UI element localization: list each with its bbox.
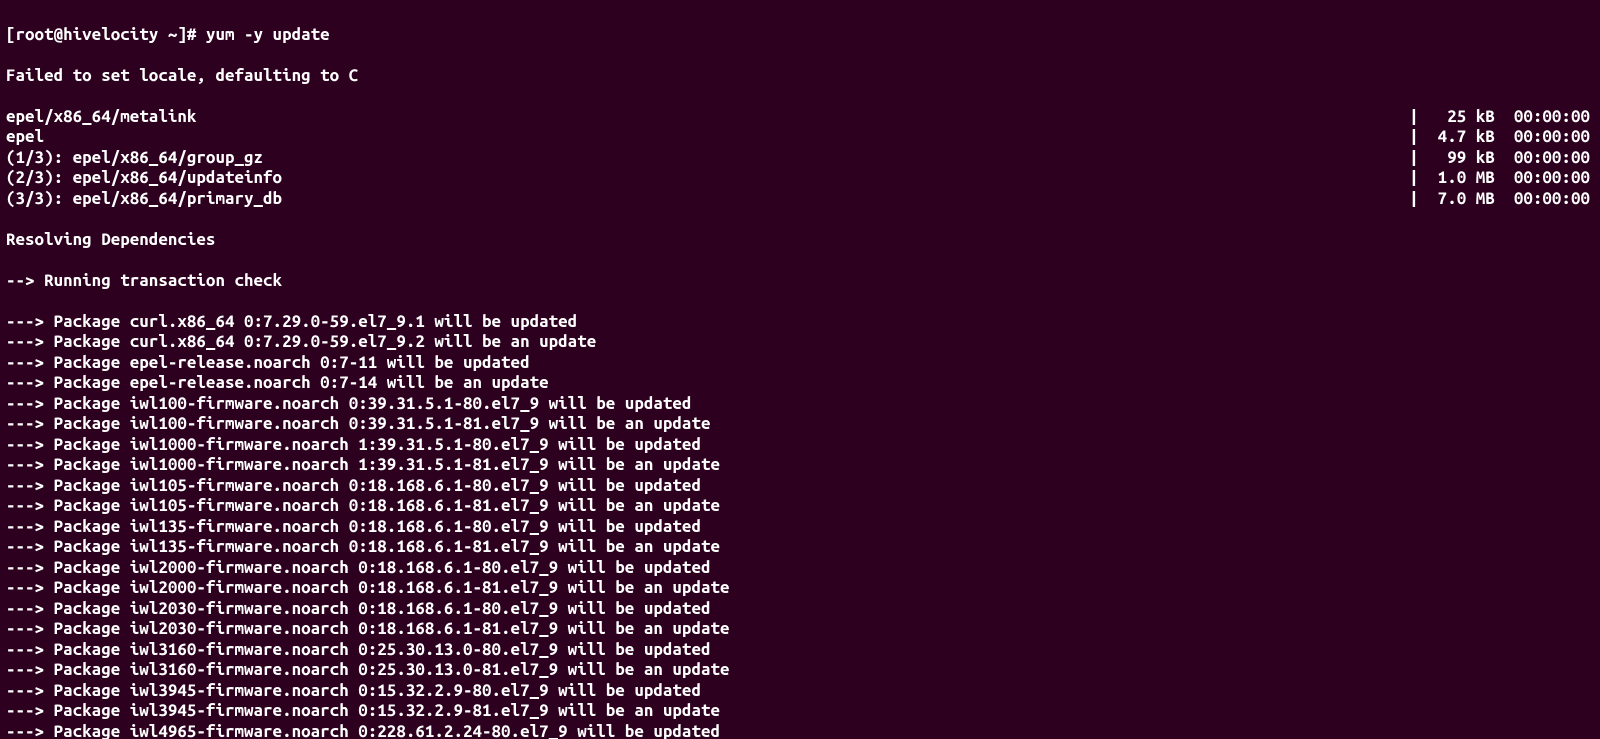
package-line: ---> Package iwl135-firmware.noarch 0:18… [6,517,1594,538]
download-status: | 4.7 kB 00:00:00 [1409,127,1594,148]
resolving-deps-line: Resolving Dependencies [6,230,1594,251]
repo-name: (1/3): epel/x86_64/group_gz [6,148,263,169]
package-line: ---> Package epel-release.noarch 0:7-14 … [6,373,1594,394]
download-status: | 25 kB 00:00:00 [1409,107,1594,128]
download-progress-line: epel | 4.7 kB 00:00:00 [6,127,1594,148]
download-progress-line: (3/3): epel/x86_64/primary_db | 7.0 MB 00… [6,189,1594,210]
terminal-output[interactable]: [root@hivelocity ~]# yum -y update Faile… [0,0,1600,739]
entered-command: yum -y update [206,25,330,44]
package-line: ---> Package iwl100-firmware.noarch 0:39… [6,414,1594,435]
running-check-line: --> Running transaction check [6,271,1594,292]
repo-name: epel/x86_64/metalink [6,107,196,128]
package-line: ---> Package iwl2000-firmware.noarch 0:1… [6,578,1594,599]
repo-name: (2/3): epel/x86_64/updateinfo [6,168,282,189]
package-line: ---> Package curl.x86_64 0:7.29.0-59.el7… [6,332,1594,353]
download-status: | 7.0 MB 00:00:00 [1409,189,1594,210]
package-line: ---> Package iwl135-firmware.noarch 0:18… [6,537,1594,558]
package-line: ---> Package iwl2000-firmware.noarch 0:1… [6,558,1594,579]
package-line: ---> Package iwl3945-firmware.noarch 0:1… [6,701,1594,722]
download-progress-line: (2/3): epel/x86_64/updateinfo | 1.0 MB 00… [6,168,1594,189]
repo-name: epel [6,127,44,148]
package-line: ---> Package iwl3945-firmware.noarch 0:1… [6,681,1594,702]
package-line: ---> Package iwl2030-firmware.noarch 0:1… [6,599,1594,620]
command-line: [root@hivelocity ~]# yum -y update [6,25,1594,46]
locale-warning: Failed to set locale, defaulting to C [6,66,1594,87]
shell-prompt: [root@hivelocity ~]# [6,25,206,44]
package-line: ---> Package iwl105-firmware.noarch 0:18… [6,496,1594,517]
package-line: ---> Package iwl3160-firmware.noarch 0:2… [6,640,1594,661]
package-line: ---> Package iwl105-firmware.noarch 0:18… [6,476,1594,497]
package-line: ---> Package iwl2030-firmware.noarch 0:1… [6,619,1594,640]
download-progress-line: (1/3): epel/x86_64/group_gz | 99 kB 00:00… [6,148,1594,169]
package-line: ---> Package iwl3160-firmware.noarch 0:2… [6,660,1594,681]
download-progress-line: epel/x86_64/metalink | 25 kB 00:00:00 [6,107,1594,128]
download-status: | 99 kB 00:00:00 [1409,148,1594,169]
repo-name: (3/3): epel/x86_64/primary_db [6,189,282,210]
package-line: ---> Package iwl1000-firmware.noarch 1:3… [6,435,1594,456]
package-line: ---> Package iwl4965-firmware.noarch 0:2… [6,722,1594,739]
package-line: ---> Package epel-release.noarch 0:7-11 … [6,353,1594,374]
package-line: ---> Package curl.x86_64 0:7.29.0-59.el7… [6,312,1594,333]
download-status: | 1.0 MB 00:00:00 [1409,168,1594,189]
package-line: ---> Package iwl1000-firmware.noarch 1:3… [6,455,1594,476]
package-line: ---> Package iwl100-firmware.noarch 0:39… [6,394,1594,415]
